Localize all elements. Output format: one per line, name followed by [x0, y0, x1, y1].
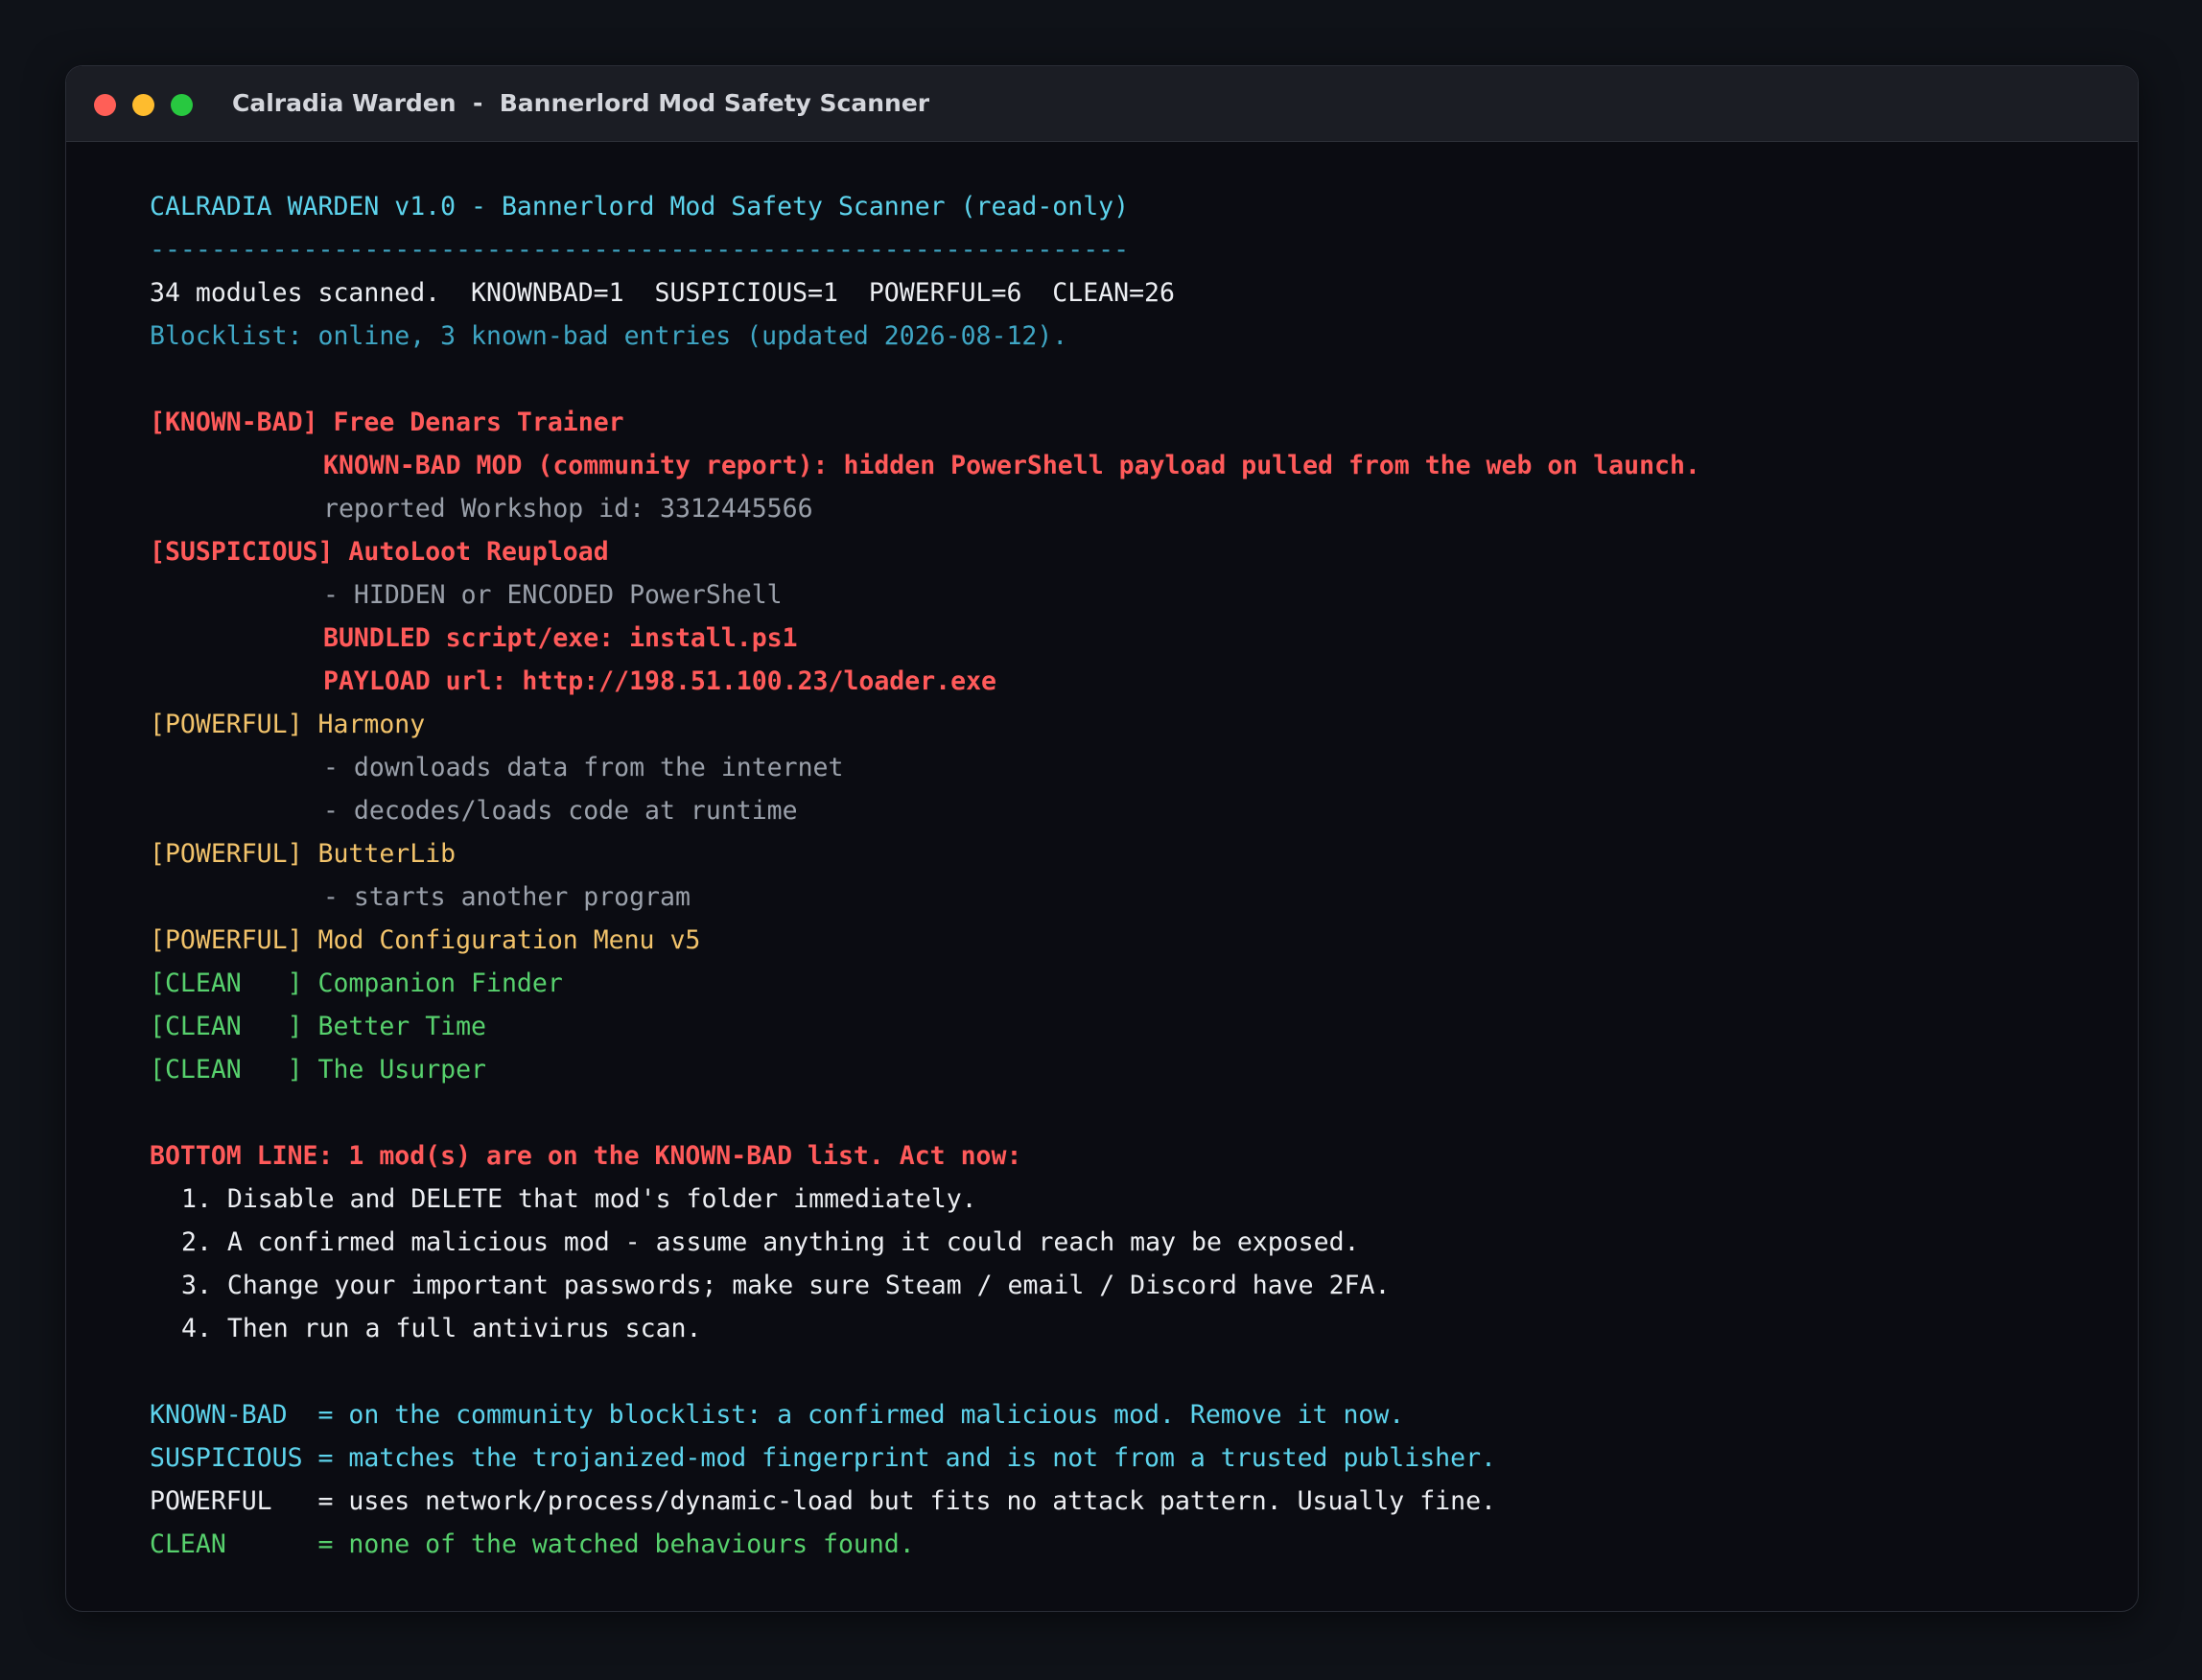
blocklist-status: Blocklist: online, 3 known-bad entries (… [150, 321, 1068, 351]
result-suspicious: [SUSPICIOUS] AutoLoot Reupload [150, 530, 2119, 573]
legend-known-bad: KNOWN-BAD = on the community blocklist: … [150, 1393, 2119, 1436]
legend-description: = none of the watched behaviours found. [302, 1529, 915, 1559]
terminal-window: Calradia Warden - Bannerlord Mod Safety … [65, 65, 2139, 1612]
result-clean: [CLEAN ] Companion Finder [150, 962, 2119, 1005]
title-bar: Calradia Warden - Bannerlord Mod Safety … [66, 66, 2138, 142]
legend-description: = uses network/process/dynamic-load but … [302, 1486, 1497, 1516]
header-rule: ----------------------------------------… [150, 235, 1130, 265]
window-title: Calradia Warden - Bannerlord Mod Safety … [232, 89, 930, 117]
result-detail: - decodes/loads code at runtime [323, 796, 798, 826]
legend-term: KNOWN-BAD [150, 1400, 303, 1430]
result-powerful: [POWERFUL] Mod Configuration Menu v5 [150, 919, 2119, 962]
result-known-bad: [KNOWN-BAD] Free Denars Trainer [150, 401, 2119, 444]
result-clean: [CLEAN ] The Usurper [150, 1048, 2119, 1091]
legend-powerful: POWERFUL = uses network/process/dynamic-… [150, 1480, 2119, 1523]
result-mod-name: Better Time [317, 1012, 487, 1041]
zoom-window-button[interactable] [171, 94, 193, 116]
result-mod-name: Companion Finder [317, 968, 563, 998]
action-step: 4. Then run a full antivirus scan. [181, 1314, 702, 1343]
result-detail: - starts another program [323, 882, 691, 912]
result-powerful: [POWERFUL] Harmony [150, 703, 2119, 746]
close-window-button[interactable] [94, 94, 116, 116]
result-detail: - downloads data from the internet [323, 753, 844, 782]
result-detail: - HIDDEN or ENCODED PowerShell [323, 580, 783, 610]
result-tag: [KNOWN-BAD] [150, 408, 318, 437]
result-mod-name: Harmony [317, 710, 426, 739]
minimize-window-button[interactable] [132, 94, 154, 116]
scanner-title: CALRADIA WARDEN v1.0 - Bannerlord Mod Sa… [150, 192, 1130, 222]
result-tag: [POWERFUL] [150, 710, 303, 739]
legend-description: = matches the trojanized-mod fingerprint… [302, 1443, 1497, 1473]
legend-term: CLEAN [150, 1529, 303, 1559]
result-mod-name: ButterLib [317, 839, 457, 869]
bottom-line-heading: BOTTOM LINE: 1 mod(s) are on the KNOWN-B… [150, 1141, 1022, 1171]
result-detail: BUNDLED script/exe: install.ps1 [323, 623, 798, 653]
result-tag: [POWERFUL] [150, 925, 303, 955]
terminal-output: CALRADIA WARDEN v1.0 - Bannerlord Mod Sa… [150, 185, 2119, 1566]
result-tag: [CLEAN ] [150, 1012, 303, 1041]
action-step: 1. Disable and DELETE that mod's folder … [181, 1184, 977, 1214]
scan-summary: 34 modules scanned. KNOWNBAD=1 SUSPICIOU… [150, 278, 1175, 308]
result-tag: [CLEAN ] [150, 968, 303, 998]
result-detail: PAYLOAD url: http://198.51.100.23/loader… [323, 666, 996, 696]
result-powerful: [POWERFUL] ButterLib [150, 832, 2119, 875]
legend-clean: CLEAN = none of the watched behaviours f… [150, 1523, 2119, 1566]
result-tag: [SUSPICIOUS] [150, 537, 334, 567]
result-mod-name: Mod Configuration Menu v5 [317, 925, 701, 955]
legend-term: POWERFUL [150, 1486, 303, 1516]
result-clean: [CLEAN ] Better Time [150, 1005, 2119, 1048]
result-mod-name: Free Denars Trainer [333, 408, 624, 437]
result-detail: KNOWN-BAD MOD (community report): hidden… [323, 451, 1700, 480]
result-tag: [POWERFUL] [150, 839, 303, 869]
action-step: 3. Change your important passwords; make… [181, 1271, 1391, 1300]
result-detail: reported Workshop id: 3312445566 [323, 494, 813, 524]
result-tag: [CLEAN ] [150, 1055, 303, 1085]
legend-suspicious: SUSPICIOUS = matches the trojanized-mod … [150, 1436, 2119, 1480]
result-mod-name: AutoLoot Reupload [348, 537, 609, 567]
action-step: 2. A confirmed malicious mod - assume an… [181, 1227, 1360, 1257]
legend-description: = on the community blocklist: a confirme… [302, 1400, 1405, 1430]
legend-term: SUSPICIOUS [150, 1443, 303, 1473]
result-mod-name: The Usurper [317, 1055, 487, 1085]
